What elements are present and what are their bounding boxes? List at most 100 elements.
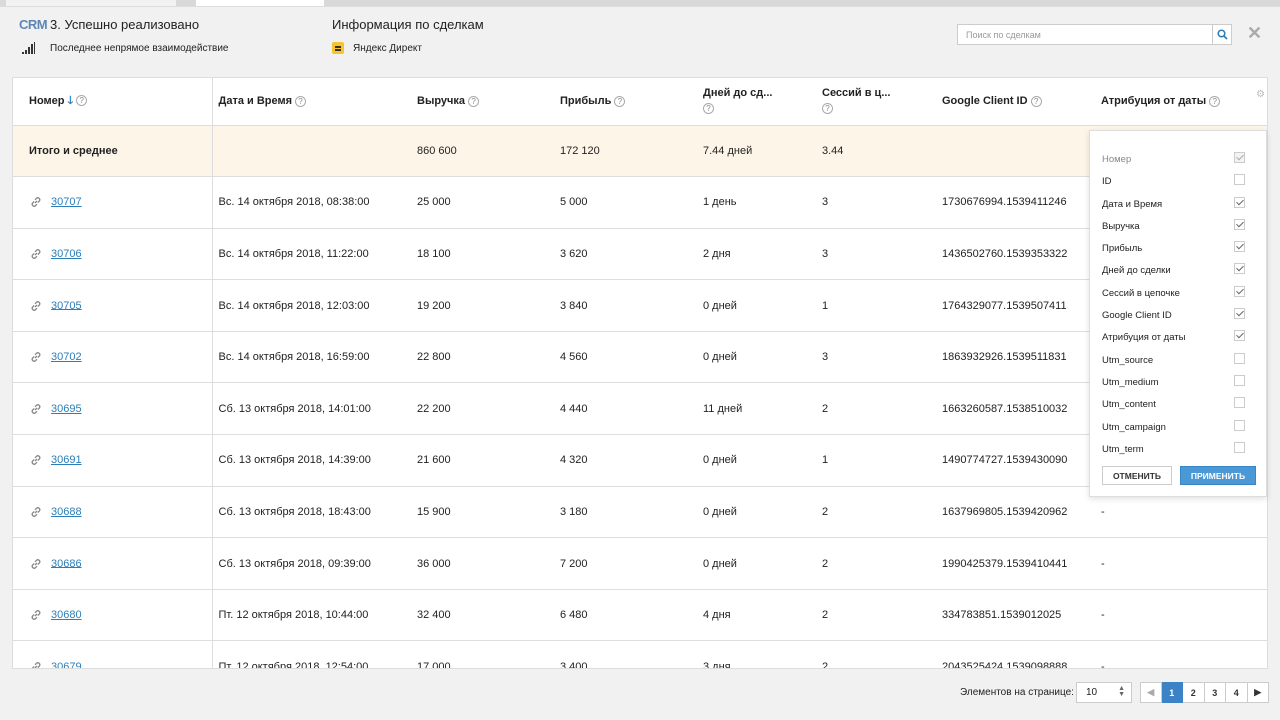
cell-days: 0 дней [697, 537, 816, 590]
link-icon[interactable] [29, 453, 43, 467]
column-option-label: Номер [1102, 154, 1132, 165]
per-page-value: 10 [1086, 687, 1098, 698]
column-option[interactable]: Номер [1102, 148, 1254, 170]
col-header-profit[interactable]: Прибыль? [554, 78, 697, 126]
column-option[interactable]: Выручка [1102, 215, 1254, 237]
close-icon[interactable]: ✕ [1247, 24, 1262, 42]
link-icon[interactable] [29, 557, 43, 571]
search-input[interactable] [958, 25, 1213, 44]
col-header-attribution[interactable]: Атрибуция от даты? [1095, 78, 1267, 126]
deal-link[interactable]: 30686 [51, 557, 82, 569]
help-icon[interactable]: ? [614, 95, 626, 107]
column-option[interactable]: Utm_campaign [1102, 416, 1254, 438]
link-icon[interactable] [29, 660, 43, 668]
page-button[interactable]: 4 [1226, 682, 1248, 703]
cell-days: 0 дней [697, 331, 816, 384]
link-icon[interactable] [29, 350, 43, 364]
cell-datetime: Сб. 13 октября 2018, 18:43:00 [212, 486, 411, 539]
cell-number: 30695 [13, 382, 213, 436]
column-checkbox[interactable] [1234, 285, 1245, 297]
column-checkbox[interactable] [1234, 419, 1245, 431]
deal-link[interactable]: 30688 [51, 506, 82, 518]
settings-gear-icon[interactable]: ⚙ [1256, 89, 1265, 100]
link-icon[interactable] [29, 608, 43, 622]
column-checkbox[interactable] [1234, 441, 1245, 453]
page-button[interactable]: 3 [1204, 682, 1226, 703]
link-icon[interactable] [29, 299, 43, 313]
column-checkbox[interactable] [1234, 174, 1245, 186]
help-icon[interactable]: ? [76, 95, 88, 107]
cell-number: 30702 [13, 331, 213, 384]
column-option[interactable]: Utm_content [1102, 393, 1254, 415]
cell-sessions: 1 [816, 434, 936, 487]
deal-link[interactable]: 30695 [51, 403, 82, 415]
col-header-revenue[interactable]: Выручка? [411, 78, 554, 126]
help-icon[interactable]: ? [822, 102, 833, 114]
link-icon[interactable] [29, 505, 43, 519]
link-icon[interactable] [29, 195, 43, 209]
apply-button[interactable]: ПРИМЕНИТЬ [1180, 466, 1256, 485]
column-checkbox[interactable] [1234, 241, 1245, 253]
help-icon[interactable]: ? [1209, 95, 1221, 107]
search-button[interactable] [1212, 25, 1231, 44]
page-button[interactable]: 1 [1161, 682, 1183, 703]
column-option[interactable]: Дата и Время [1102, 193, 1254, 215]
per-page-select[interactable]: 10 ▲ ▼ [1076, 682, 1132, 703]
column-option[interactable]: Google Client ID [1102, 304, 1254, 326]
col-header-datetime[interactable]: Дата и Время? [212, 78, 411, 126]
deal-link[interactable]: 30679 [51, 661, 82, 668]
cancel-button[interactable]: ОТМЕНИТЬ [1102, 466, 1172, 485]
column-checkbox[interactable] [1234, 330, 1245, 342]
column-checkbox[interactable] [1234, 397, 1245, 409]
link-icon[interactable] [29, 247, 43, 261]
deal-link[interactable]: 30680 [51, 609, 82, 621]
help-icon[interactable]: ? [468, 95, 480, 107]
page-button[interactable]: 2 [1183, 682, 1205, 703]
cell-profit: 5 000 [554, 176, 697, 229]
col-label: Google Client ID [942, 95, 1028, 108]
help-icon[interactable]: ? [1030, 95, 1042, 107]
cell-profit: 4 320 [554, 434, 697, 487]
col-header-gcid[interactable]: Google Client ID? [936, 78, 1095, 126]
column-checkbox[interactable] [1234, 352, 1245, 364]
deal-link[interactable]: 30691 [51, 454, 82, 466]
col-header-number[interactable]: Номер 🡓? [13, 78, 213, 126]
column-checkbox[interactable] [1234, 374, 1245, 386]
total-date [212, 125, 411, 178]
cell-gcid: 1863932926.1539511831 [936, 331, 1095, 384]
column-option[interactable]: Дней до сделки [1102, 259, 1254, 281]
cell-sessions: 3 [816, 176, 936, 229]
column-checkbox[interactable] [1234, 308, 1245, 320]
link-icon[interactable] [29, 402, 43, 416]
column-option[interactable]: Атрибуция от даты [1102, 326, 1254, 348]
column-option[interactable]: Сессий в цепочке [1102, 282, 1254, 304]
col-header-days[interactable]: Дней до сд...? [697, 78, 816, 126]
yandex-direct-icon [332, 42, 344, 54]
table-row: 30707 Вс. 14 октября 2018, 08:38:00 25 000… [13, 176, 1267, 229]
col-label: Дата и Время [218, 95, 293, 108]
column-option[interactable]: Utm_term [1102, 438, 1254, 460]
cell-sessions: 2 [816, 382, 936, 436]
help-icon[interactable]: ? [295, 95, 307, 107]
next-page-button[interactable]: ▶ [1247, 682, 1269, 703]
cell-days: 0 дней [697, 434, 816, 487]
help-icon[interactable]: ? [703, 102, 714, 114]
deal-link[interactable]: 30707 [51, 196, 82, 208]
column-option[interactable]: Прибыль [1102, 237, 1254, 259]
column-checkbox[interactable] [1234, 218, 1245, 230]
column-checkbox[interactable] [1234, 263, 1245, 275]
column-option[interactable]: Utm_source [1102, 349, 1254, 371]
column-option[interactable]: ID [1102, 170, 1254, 192]
deal-link[interactable]: 30705 [51, 299, 82, 311]
cell-sessions: 2 [816, 589, 936, 642]
deal-link[interactable]: 30706 [51, 248, 82, 260]
col-header-sessions[interactable]: Сессий в ц...? [816, 78, 936, 126]
column-checkbox[interactable] [1234, 196, 1245, 208]
deals-table-container: Номер 🡓? Дата и Время? Выручка? Прибыль? … [12, 77, 1268, 669]
column-option[interactable]: Utm_medium [1102, 371, 1254, 393]
sort-desc-icon: 🡓 [67, 94, 74, 107]
deal-link[interactable]: 30702 [51, 351, 82, 363]
cell-profit: 4 560 [554, 331, 697, 384]
cell-revenue: 22 800 [411, 331, 554, 384]
prev-page-button[interactable]: ◀ [1140, 682, 1162, 703]
